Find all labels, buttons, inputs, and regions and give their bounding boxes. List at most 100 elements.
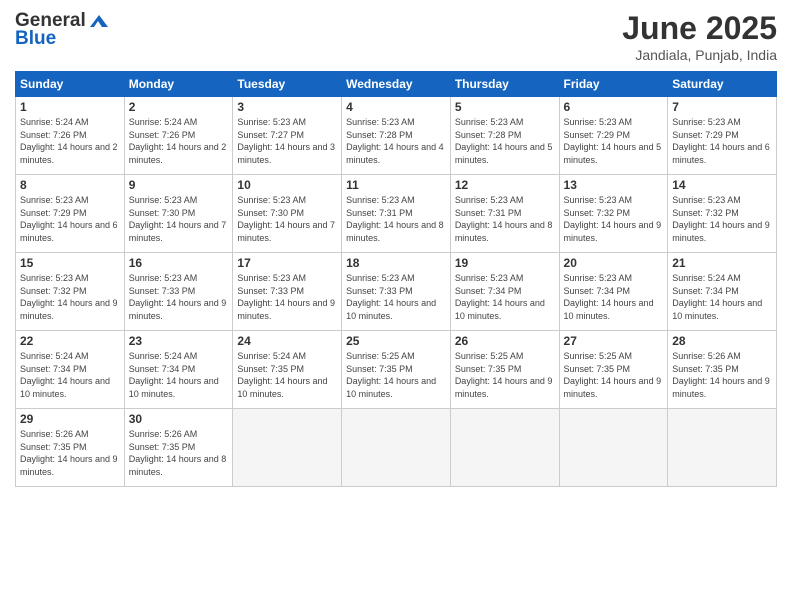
- table-row: [450, 409, 559, 487]
- table-row: 10 Sunrise: 5:23 AM Sunset: 7:30 PM Dayl…: [233, 175, 342, 253]
- day-number: 21: [672, 256, 772, 270]
- table-row: [668, 409, 777, 487]
- day-number: 3: [237, 100, 337, 114]
- day-number: 19: [455, 256, 555, 270]
- col-sunday: Sunday: [16, 72, 125, 97]
- day-number: 1: [20, 100, 120, 114]
- day-number: 16: [129, 256, 229, 270]
- calendar-week-row: 1 Sunrise: 5:24 AM Sunset: 7:26 PM Dayli…: [16, 97, 777, 175]
- table-row: 23 Sunrise: 5:24 AM Sunset: 7:34 PM Dayl…: [124, 331, 233, 409]
- day-detail: Sunrise: 5:26 AM Sunset: 7:35 PM Dayligh…: [129, 428, 229, 478]
- table-row: [559, 409, 668, 487]
- table-row: 2 Sunrise: 5:24 AM Sunset: 7:26 PM Dayli…: [124, 97, 233, 175]
- table-row: 14 Sunrise: 5:23 AM Sunset: 7:32 PM Dayl…: [668, 175, 777, 253]
- col-wednesday: Wednesday: [342, 72, 451, 97]
- table-row: 19 Sunrise: 5:23 AM Sunset: 7:34 PM Dayl…: [450, 253, 559, 331]
- table-row: 16 Sunrise: 5:23 AM Sunset: 7:33 PM Dayl…: [124, 253, 233, 331]
- table-row: 12 Sunrise: 5:23 AM Sunset: 7:31 PM Dayl…: [450, 175, 559, 253]
- day-number: 10: [237, 178, 337, 192]
- day-detail: Sunrise: 5:23 AM Sunset: 7:33 PM Dayligh…: [346, 272, 446, 322]
- day-number: 15: [20, 256, 120, 270]
- day-detail: Sunrise: 5:23 AM Sunset: 7:31 PM Dayligh…: [346, 194, 446, 244]
- calendar-week-row: 15 Sunrise: 5:23 AM Sunset: 7:32 PM Dayl…: [16, 253, 777, 331]
- day-number: 11: [346, 178, 446, 192]
- table-row: 13 Sunrise: 5:23 AM Sunset: 7:32 PM Dayl…: [559, 175, 668, 253]
- logo-icon: [88, 13, 110, 29]
- day-number: 25: [346, 334, 446, 348]
- day-number: 14: [672, 178, 772, 192]
- table-row: 26 Sunrise: 5:25 AM Sunset: 7:35 PM Dayl…: [450, 331, 559, 409]
- day-number: 22: [20, 334, 120, 348]
- table-row: [233, 409, 342, 487]
- calendar-week-row: 22 Sunrise: 5:24 AM Sunset: 7:34 PM Dayl…: [16, 331, 777, 409]
- day-detail: Sunrise: 5:23 AM Sunset: 7:28 PM Dayligh…: [346, 116, 446, 166]
- table-row: 17 Sunrise: 5:23 AM Sunset: 7:33 PM Dayl…: [233, 253, 342, 331]
- day-number: 12: [455, 178, 555, 192]
- table-row: 6 Sunrise: 5:23 AM Sunset: 7:29 PM Dayli…: [559, 97, 668, 175]
- col-thursday: Thursday: [450, 72, 559, 97]
- table-row: 21 Sunrise: 5:24 AM Sunset: 7:34 PM Dayl…: [668, 253, 777, 331]
- day-detail: Sunrise: 5:23 AM Sunset: 7:28 PM Dayligh…: [455, 116, 555, 166]
- location-subtitle: Jandiala, Punjab, India: [622, 47, 777, 63]
- day-detail: Sunrise: 5:23 AM Sunset: 7:34 PM Dayligh…: [564, 272, 664, 322]
- day-number: 24: [237, 334, 337, 348]
- day-number: 8: [20, 178, 120, 192]
- table-row: 1 Sunrise: 5:24 AM Sunset: 7:26 PM Dayli…: [16, 97, 125, 175]
- day-detail: Sunrise: 5:26 AM Sunset: 7:35 PM Dayligh…: [672, 350, 772, 400]
- table-row: [342, 409, 451, 487]
- day-detail: Sunrise: 5:23 AM Sunset: 7:33 PM Dayligh…: [129, 272, 229, 322]
- day-number: 2: [129, 100, 229, 114]
- day-detail: Sunrise: 5:25 AM Sunset: 7:35 PM Dayligh…: [564, 350, 664, 400]
- day-detail: Sunrise: 5:26 AM Sunset: 7:35 PM Dayligh…: [20, 428, 120, 478]
- day-detail: Sunrise: 5:23 AM Sunset: 7:29 PM Dayligh…: [564, 116, 664, 166]
- table-row: 30 Sunrise: 5:26 AM Sunset: 7:35 PM Dayl…: [124, 409, 233, 487]
- day-detail: Sunrise: 5:24 AM Sunset: 7:34 PM Dayligh…: [129, 350, 229, 400]
- calendar-week-row: 29 Sunrise: 5:26 AM Sunset: 7:35 PM Dayl…: [16, 409, 777, 487]
- col-saturday: Saturday: [668, 72, 777, 97]
- table-row: 9 Sunrise: 5:23 AM Sunset: 7:30 PM Dayli…: [124, 175, 233, 253]
- day-detail: Sunrise: 5:23 AM Sunset: 7:34 PM Dayligh…: [455, 272, 555, 322]
- month-title: June 2025: [622, 10, 777, 47]
- day-detail: Sunrise: 5:24 AM Sunset: 7:35 PM Dayligh…: [237, 350, 337, 400]
- day-detail: Sunrise: 5:25 AM Sunset: 7:35 PM Dayligh…: [346, 350, 446, 400]
- day-number: 30: [129, 412, 229, 426]
- col-tuesday: Tuesday: [233, 72, 342, 97]
- table-row: 18 Sunrise: 5:23 AM Sunset: 7:33 PM Dayl…: [342, 253, 451, 331]
- day-number: 23: [129, 334, 229, 348]
- day-number: 20: [564, 256, 664, 270]
- day-number: 5: [455, 100, 555, 114]
- day-detail: Sunrise: 5:23 AM Sunset: 7:30 PM Dayligh…: [237, 194, 337, 244]
- day-detail: Sunrise: 5:24 AM Sunset: 7:34 PM Dayligh…: [20, 350, 120, 400]
- day-number: 18: [346, 256, 446, 270]
- day-number: 7: [672, 100, 772, 114]
- logo: General Blue: [15, 10, 112, 50]
- day-number: 13: [564, 178, 664, 192]
- logo-blue: Blue: [15, 28, 56, 50]
- table-row: 25 Sunrise: 5:25 AM Sunset: 7:35 PM Dayl…: [342, 331, 451, 409]
- day-detail: Sunrise: 5:23 AM Sunset: 7:30 PM Dayligh…: [129, 194, 229, 244]
- table-row: 24 Sunrise: 5:24 AM Sunset: 7:35 PM Dayl…: [233, 331, 342, 409]
- day-detail: Sunrise: 5:23 AM Sunset: 7:31 PM Dayligh…: [455, 194, 555, 244]
- day-detail: Sunrise: 5:23 AM Sunset: 7:32 PM Dayligh…: [564, 194, 664, 244]
- table-row: 7 Sunrise: 5:23 AM Sunset: 7:29 PM Dayli…: [668, 97, 777, 175]
- title-block: June 2025 Jandiala, Punjab, India: [622, 10, 777, 63]
- day-detail: Sunrise: 5:24 AM Sunset: 7:34 PM Dayligh…: [672, 272, 772, 322]
- day-number: 26: [455, 334, 555, 348]
- day-number: 6: [564, 100, 664, 114]
- table-row: 11 Sunrise: 5:23 AM Sunset: 7:31 PM Dayl…: [342, 175, 451, 253]
- day-detail: Sunrise: 5:23 AM Sunset: 7:33 PM Dayligh…: [237, 272, 337, 322]
- table-row: 4 Sunrise: 5:23 AM Sunset: 7:28 PM Dayli…: [342, 97, 451, 175]
- calendar-week-row: 8 Sunrise: 5:23 AM Sunset: 7:29 PM Dayli…: [16, 175, 777, 253]
- day-number: 17: [237, 256, 337, 270]
- day-number: 28: [672, 334, 772, 348]
- header: General Blue June 2025 Jandiala, Punjab,…: [15, 10, 777, 63]
- table-row: 29 Sunrise: 5:26 AM Sunset: 7:35 PM Dayl…: [16, 409, 125, 487]
- table-row: 3 Sunrise: 5:23 AM Sunset: 7:27 PM Dayli…: [233, 97, 342, 175]
- day-detail: Sunrise: 5:23 AM Sunset: 7:32 PM Dayligh…: [20, 272, 120, 322]
- table-row: 27 Sunrise: 5:25 AM Sunset: 7:35 PM Dayl…: [559, 331, 668, 409]
- col-monday: Monday: [124, 72, 233, 97]
- calendar-header-row: Sunday Monday Tuesday Wednesday Thursday…: [16, 72, 777, 97]
- table-row: 28 Sunrise: 5:26 AM Sunset: 7:35 PM Dayl…: [668, 331, 777, 409]
- table-row: 5 Sunrise: 5:23 AM Sunset: 7:28 PM Dayli…: [450, 97, 559, 175]
- day-detail: Sunrise: 5:23 AM Sunset: 7:27 PM Dayligh…: [237, 116, 337, 166]
